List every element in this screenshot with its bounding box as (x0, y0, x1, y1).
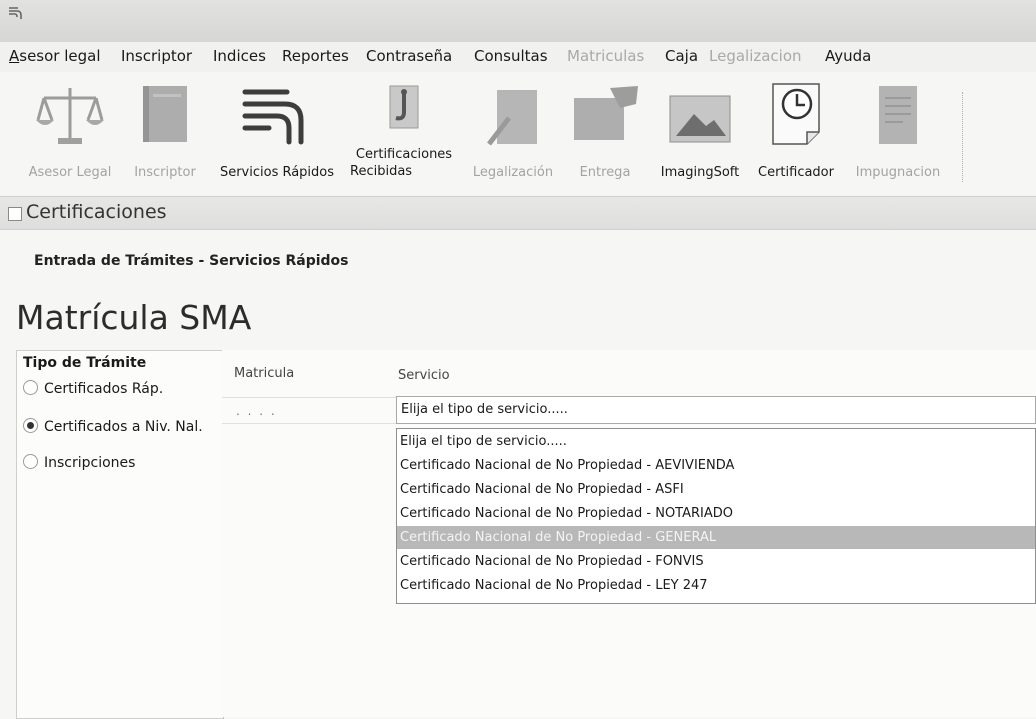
menu-inscriptor[interactable]: Inscriptor (121, 47, 192, 65)
menu-reportes[interactable]: Reportes (282, 47, 349, 65)
menu-asesor-legal[interactable]: Asesor legal (9, 47, 101, 65)
quick-services-icon (242, 89, 304, 145)
toolbar-separator (962, 92, 964, 182)
page-title: Matrícula SMA (16, 298, 252, 337)
menu-caja[interactable]: Caja (665, 47, 698, 65)
book-icon (143, 86, 187, 142)
radio-label: Certificados a Niv. Nal. (44, 419, 203, 435)
menu-bar: Asesor legal Inscriptor Indices Reportes… (0, 42, 1036, 73)
servicio-dropdown: Elija el tipo de servicio..... Certifica… (396, 428, 1036, 604)
tool-legalizacion[interactable]: Legalización (464, 72, 562, 194)
document-icon (879, 86, 917, 144)
menu-indices[interactable]: Indices (213, 47, 266, 65)
select-value: Elija el tipo de servicio..... (401, 402, 568, 417)
dropdown-option[interactable]: Elija el tipo de servicio..... (397, 430, 1035, 453)
tool-label: Entrega (579, 165, 631, 180)
tool-inscriptor[interactable]: Inscriptor (126, 72, 204, 194)
tool-label: Certificaciones Recibidas (344, 146, 464, 180)
tool-label: Inscriptor (134, 165, 196, 180)
dropdown-option[interactable]: Certificado Nacional de No Propiedad - A… (397, 454, 1035, 477)
dropdown-option[interactable]: Certificado Nacional de No Propiedad - L… (397, 574, 1035, 597)
scales-icon (36, 88, 104, 144)
tool-label: Servicios Rápidos (219, 165, 335, 180)
certificate-received-icon (389, 85, 419, 129)
dropdown-option-highlighted[interactable]: Certificado Nacional de No Propiedad - G… (397, 526, 1035, 549)
menu-consultas[interactable]: Consultas (474, 47, 548, 65)
dropdown-option[interactable]: Certificado Nacional de No Propiedad - F… (397, 550, 1035, 573)
clock-document-icon (772, 83, 820, 145)
dropdown-option[interactable]: Certificado Nacional de No Propiedad - A… (397, 478, 1035, 501)
radio-label: Inscripciones (44, 455, 136, 471)
toolbar: Asesor Legal Inscriptor Servicios Rápido… (0, 72, 1036, 196)
tool-asesor-legal[interactable]: Asesor Legal (18, 72, 122, 194)
image-icon (669, 95, 731, 143)
content-header: Entrada de Trámites - Servicios Rápidos (34, 253, 349, 269)
grid-header: Matricula Servicio (222, 350, 1036, 398)
tool-label-line1: Certificaciones (355, 147, 453, 162)
window-icon (8, 207, 22, 221)
tool-label-line2: Recibidas (350, 164, 413, 179)
column-header-servicio: Servicio (398, 368, 450, 383)
title-bar (0, 0, 1036, 42)
tool-label: Asesor Legal (28, 165, 112, 180)
tool-label: Impugnacion (855, 165, 941, 180)
tool-imagingsoft[interactable]: ImagingSoft (646, 72, 754, 194)
tipo-tramite-panel: Tipo de Trámite Certificados Ráp. Certif… (16, 350, 224, 719)
radio-inscripciones[interactable]: Inscripciones (23, 454, 135, 471)
tool-label: ImagingSoft (660, 165, 740, 180)
matricula-input[interactable]: . . . . (236, 404, 277, 418)
tool-impugnacion[interactable]: Impugnacion (846, 72, 950, 194)
tool-certificador[interactable]: Certificador (748, 72, 844, 194)
radio-label: Certificados Ráp. (44, 381, 164, 397)
tipo-tramite-title: Tipo de Trámite (23, 355, 147, 371)
tool-certificaciones-recibidas[interactable]: Certificaciones Recibidas (344, 72, 464, 194)
tool-servicios-rapidos[interactable]: Servicios Rápidos (212, 72, 342, 194)
radio-icon[interactable] (23, 380, 38, 395)
radio-certificados-rap[interactable]: Certificados Ráp. (23, 380, 163, 397)
menu-ayuda[interactable]: Ayuda (825, 47, 871, 65)
section-bar: Certificaciones (0, 196, 1036, 230)
tool-label: Certificador (758, 165, 834, 180)
tool-label: Legalización (472, 165, 554, 180)
section-title: Certificaciones (26, 201, 167, 223)
servicio-select[interactable]: Elija el tipo de servicio..... (396, 396, 1036, 424)
legalization-icon (487, 90, 537, 146)
column-header-matricula: Matricula (234, 366, 295, 381)
menu-matriculas: Matriculas (567, 47, 645, 65)
app-icon (9, 7, 22, 19)
menu-contrasena[interactable]: Contraseña (366, 47, 452, 65)
radio-checked-icon[interactable] (23, 418, 38, 433)
menu-legalizacion: Legalizacion (709, 47, 802, 65)
tool-entrega[interactable]: Entrega (566, 72, 644, 194)
dropdown-option[interactable]: Certificado Nacional de No Propiedad - N… (397, 502, 1035, 525)
radio-icon[interactable] (23, 454, 38, 469)
delivery-icon (574, 86, 638, 140)
radio-certificados-niv-nal[interactable]: Certificados a Niv. Nal. (23, 418, 203, 435)
